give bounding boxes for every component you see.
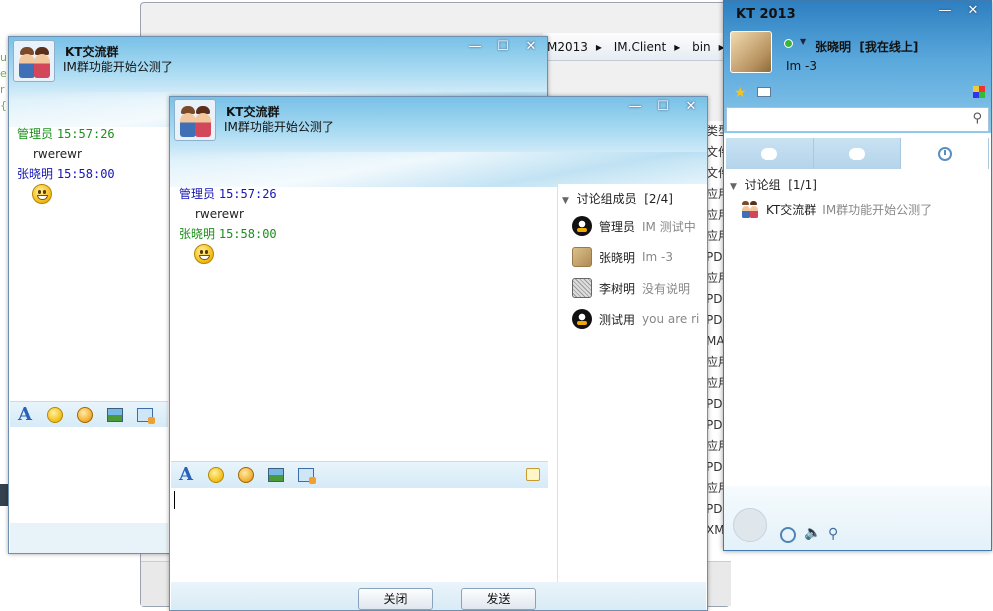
message-input[interactable] — [10, 427, 168, 523]
grin-emoticon — [194, 244, 214, 264]
member-list: ▼ 讨论组成员 [2/4] 管理员 IM 测试中 张晓明 Im -3 李树明 没有说明… — [557, 184, 707, 584]
message-header: 管理员 15:57:26 — [179, 187, 277, 201]
grin-emoticon — [32, 184, 52, 204]
photo-avatar — [572, 247, 592, 267]
message-header: 张晓明 15:58:00 — [17, 167, 115, 181]
group-bubble-icon — [849, 147, 865, 160]
group-row[interactable]: KT交流群 IM群功能开始公测了 — [740, 200, 932, 218]
font-icon[interactable]: A — [177, 464, 195, 485]
image-icon[interactable] — [268, 467, 284, 482]
emoticon-icon[interactable] — [47, 406, 63, 423]
message-body: rwerewr — [33, 147, 82, 161]
minimize-button[interactable]: — — [623, 99, 647, 117]
expand-icon: ▼ — [730, 182, 737, 192]
member-row[interactable]: 张晓明 Im -3 — [572, 244, 673, 270]
group-avatar[interactable] — [174, 99, 216, 141]
main-panel[interactable]: KT 2013 — ✕ ▼ 张晓明 [我在线上] Im -3 ★ ⚲ ▼ 讨论组… — [723, 0, 992, 551]
chat-subtitle: IM群功能开始公测了 — [224, 120, 334, 134]
input-toolbar: A — [171, 461, 548, 487]
maximize-button[interactable]: ☐ — [491, 39, 515, 57]
maximize-button[interactable]: ☐ — [651, 99, 675, 117]
member-row[interactable]: 李树明 没有说明 — [572, 275, 690, 301]
settings-icon[interactable] — [780, 527, 796, 543]
font-icon[interactable]: A — [16, 404, 34, 425]
sketch-avatar — [572, 278, 592, 298]
panel-tabs — [726, 138, 990, 169]
app-title: KT 2013 — [736, 7, 796, 22]
message-body — [17, 184, 167, 210]
qq-penguin-icon — [572, 216, 592, 236]
image-icon[interactable] — [107, 407, 123, 422]
message-log-icon[interactable] — [526, 468, 540, 481]
close-button[interactable]: ✕ — [961, 3, 985, 21]
search-icon[interactable]: ⚲ — [972, 111, 982, 126]
message-body — [179, 244, 549, 270]
close-button[interactable]: ✕ — [679, 99, 703, 117]
breadcrumb[interactable]: M2013 ▸ IM.Client ▸ bin ▸ — [543, 33, 731, 61]
user-name: 张晓明 [我在线上] — [815, 40, 919, 54]
user-signature[interactable]: Im -3 — [786, 59, 817, 73]
mail-icon[interactable] — [757, 87, 771, 97]
text-caret — [174, 491, 175, 509]
tab-groups[interactable] — [813, 138, 902, 169]
avatar[interactable] — [730, 31, 772, 73]
status-dropdown-icon[interactable]: ▼ — [800, 37, 806, 46]
chat-subtitle: IM群功能开始公测了 — [63, 60, 173, 74]
online-status-icon[interactable] — [784, 39, 793, 48]
window-controls: — ☐ ✕ — [463, 39, 543, 57]
message-header: 管理员 15:57:26 — [17, 127, 115, 141]
tab-contacts[interactable] — [726, 138, 814, 169]
main-menu-icon[interactable] — [733, 508, 767, 542]
screenshot-icon[interactable] — [137, 407, 155, 424]
chat-bubble-icon — [761, 147, 778, 160]
magic-emoticon-icon[interactable] — [77, 406, 93, 423]
member-row[interactable]: 测试用 you are ri — [572, 306, 699, 332]
message-header: 张晓明 15:58:00 — [179, 227, 277, 241]
message-history: 管理员 15:57:26 rwerewr 张晓明 15:58:00 — [17, 124, 167, 210]
close-button[interactable]: ✕ — [519, 39, 543, 57]
recent-clock-icon — [937, 146, 952, 161]
window-controls: — ☐ ✕ — [623, 99, 703, 117]
group-avatar[interactable] — [13, 40, 55, 82]
member-list-header[interactable]: ▼ 讨论组成员 [2/4] — [562, 190, 673, 207]
qq-penguin-icon — [572, 309, 592, 329]
star-icon[interactable]: ★ — [734, 85, 747, 101]
magic-emoticon-icon[interactable] — [238, 466, 254, 483]
chat-footer — [10, 523, 168, 553]
search-input[interactable]: ⚲ — [726, 107, 989, 132]
find-icon[interactable]: ⚲ — [828, 526, 838, 542]
input-toolbar: A — [10, 401, 168, 427]
screenshot-icon[interactable] — [298, 467, 316, 484]
message-input[interactable] — [171, 487, 548, 583]
send-button[interactable]: 发送 — [461, 588, 536, 610]
window-controls: — ✕ — [933, 3, 985, 21]
tab-recent[interactable] — [901, 138, 990, 169]
message-history: 管理员 15:57:26 rwerewr 张晓明 15:58:00 — [179, 184, 549, 270]
chat-footer — [171, 582, 706, 610]
close-chat-button[interactable]: 关闭 — [358, 588, 433, 610]
minimize-button[interactable]: — — [463, 39, 487, 57]
message-body: rwerewr — [195, 207, 244, 221]
minimize-button[interactable]: — — [933, 3, 957, 21]
emoticon-icon[interactable] — [208, 466, 224, 483]
group-avatar-icon — [740, 200, 760, 218]
chat-window-front[interactable]: KT交流群 IM群功能开始公测了 — ☐ ✕ 管理员 15:57:26 rwer… — [169, 96, 708, 611]
group-category[interactable]: ▼ 讨论组 [1/1] — [730, 176, 817, 193]
sound-icon[interactable]: 🔈 — [804, 525, 821, 541]
app-center-icon[interactable] — [973, 86, 985, 98]
member-row[interactable]: 管理员 IM 测试中 — [572, 213, 696, 239]
